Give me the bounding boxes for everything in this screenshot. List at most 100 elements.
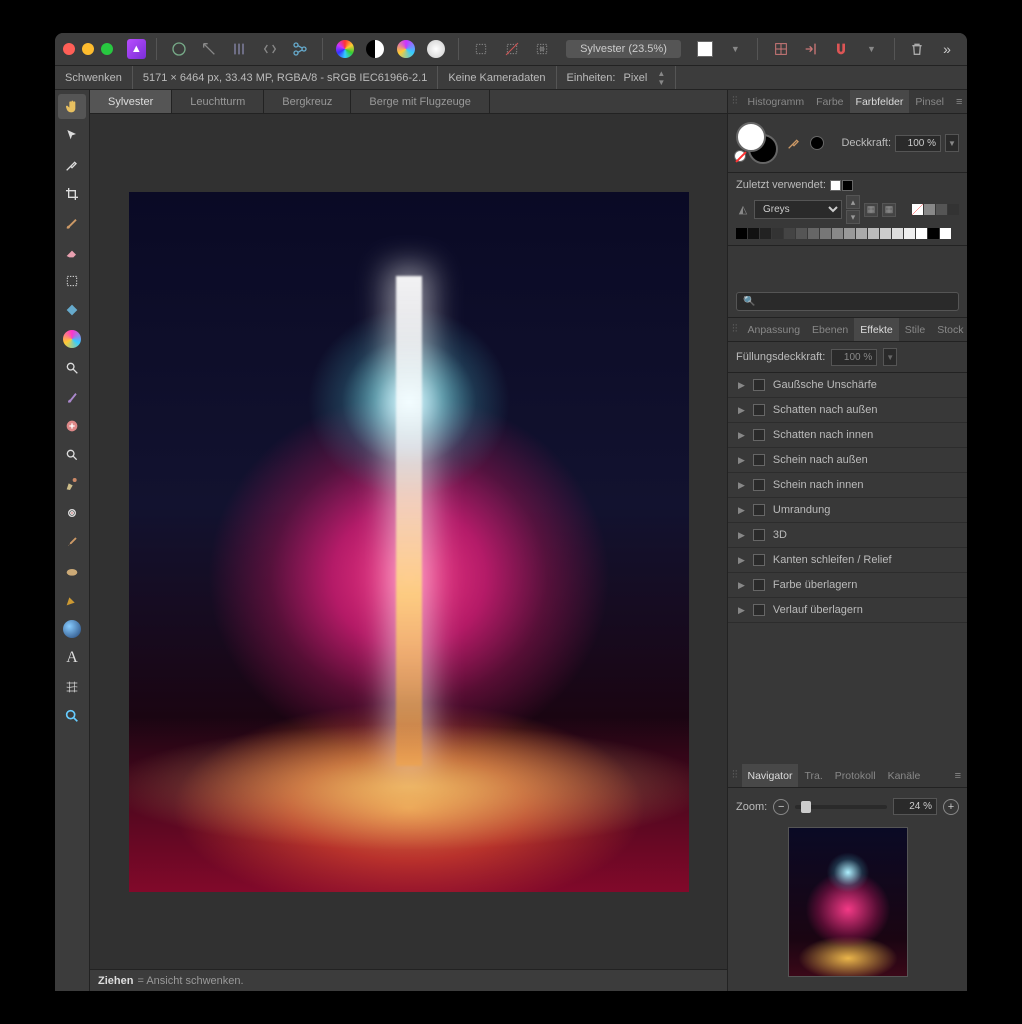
disclosure-icon[interactable]: ▶ [738, 605, 745, 616]
gradient-tool[interactable] [58, 326, 86, 351]
effect-item[interactable]: ▶Schein nach außen [728, 448, 967, 473]
fill-opacity-input[interactable] [831, 349, 877, 366]
persona-photo-icon[interactable] [167, 36, 191, 62]
effect-item[interactable]: ▶Farbe überlagern [728, 573, 967, 598]
effect-checkbox[interactable] [753, 454, 765, 466]
tab-color[interactable]: Farbe [810, 90, 849, 113]
swatch-grid[interactable] [736, 228, 959, 239]
effect-item[interactable]: ▶Schatten nach innen [728, 423, 967, 448]
mesh-tool[interactable] [58, 674, 86, 699]
swatch[interactable] [748, 228, 759, 239]
swatch[interactable] [772, 228, 783, 239]
shape-tool[interactable] [58, 616, 86, 641]
redeye-tool[interactable] [58, 500, 86, 525]
effect-checkbox[interactable] [753, 429, 765, 441]
hand-tool[interactable] [58, 94, 86, 119]
swatch[interactable] [916, 228, 927, 239]
zoom-in-button[interactable]: + [943, 799, 959, 815]
paintbrush-tool[interactable] [58, 210, 86, 235]
swatch[interactable] [760, 228, 771, 239]
swatch[interactable] [892, 228, 903, 239]
effect-item[interactable]: ▶Kanten schleifen / Relief [728, 548, 967, 573]
preset-swatch[interactable] [924, 204, 935, 215]
swatch-add-icon[interactable]: ▦ [882, 203, 896, 217]
doc-tab-1[interactable]: Leuchtturm [172, 90, 264, 113]
tab-effects[interactable]: Effekte [854, 318, 899, 341]
swatch[interactable] [904, 228, 915, 239]
recent-swatch[interactable] [842, 180, 853, 191]
flood-fill-tool[interactable] [58, 297, 86, 322]
overflow-icon[interactable]: » [935, 36, 959, 62]
preset-swatch[interactable] [948, 204, 959, 215]
palette-down-icon[interactable]: ▾ [846, 210, 860, 224]
preset-swatch[interactable] [912, 204, 923, 215]
fullscreen-button[interactable] [101, 43, 113, 55]
color-wheel-4-icon[interactable] [424, 36, 448, 62]
disclosure-icon[interactable]: ▶ [738, 480, 745, 491]
zoom-slider[interactable] [795, 805, 887, 809]
persona-develop-icon[interactable] [227, 36, 251, 62]
swatch[interactable] [784, 228, 795, 239]
fill-swatch-icon[interactable] [693, 36, 717, 62]
palette-select[interactable]: Greys [754, 200, 842, 219]
close-button[interactable] [63, 43, 75, 55]
doc-tab-3[interactable]: Berge mit Flugzeuge [351, 90, 490, 113]
crop-tool[interactable] [58, 181, 86, 206]
panel-menu-icon[interactable]: ≡ [949, 770, 967, 782]
zoom-tool[interactable] [58, 703, 86, 728]
inpaint-tool[interactable] [58, 471, 86, 496]
preset-swatch[interactable] [936, 204, 947, 215]
effect-checkbox[interactable] [753, 504, 765, 516]
effect-item[interactable]: ▶Schein nach innen [728, 473, 967, 498]
palette-up-icon[interactable]: ▴ [846, 195, 860, 209]
swatch-grid-icon[interactable]: ▦ [864, 203, 878, 217]
opacity-input[interactable] [895, 135, 941, 152]
fill-opacity-dropdown[interactable]: ▼ [883, 348, 897, 366]
swatch[interactable] [880, 228, 891, 239]
disclosure-icon[interactable]: ▶ [738, 580, 745, 591]
swatch[interactable] [736, 228, 747, 239]
swatch[interactable] [844, 228, 855, 239]
navigator-thumbnail[interactable] [788, 827, 908, 977]
fg-color-well[interactable] [736, 122, 766, 152]
disclosure-icon[interactable]: ▶ [738, 405, 745, 416]
persona-export-icon[interactable] [288, 36, 312, 62]
swatch[interactable] [832, 228, 843, 239]
magnet-icon[interactable] [829, 36, 853, 62]
panel-drag-handle[interactable]: ⫶⫶ [728, 95, 742, 108]
doc-tab-0[interactable]: Sylvester [90, 90, 172, 113]
effect-checkbox[interactable] [753, 404, 765, 416]
panel-menu-icon[interactable]: ≡ [950, 96, 967, 108]
text-tool[interactable]: A [58, 645, 86, 670]
disclosure-icon[interactable]: ▶ [738, 555, 745, 566]
zoom-input[interactable] [893, 798, 937, 815]
tab-brushes[interactable]: Pinsel [909, 90, 950, 113]
swatch[interactable] [856, 228, 867, 239]
swatch[interactable] [868, 228, 879, 239]
swatch-search-input[interactable] [736, 292, 959, 311]
panel-drag-handle[interactable]: ⫶⫶ [728, 323, 742, 336]
tab-styles[interactable]: Stile [899, 318, 931, 341]
swatch[interactable] [940, 228, 951, 239]
tab-adjustment[interactable]: Anpassung [742, 318, 807, 341]
blur-tool[interactable] [58, 442, 86, 467]
smudge-tool[interactable] [58, 529, 86, 554]
tab-layers[interactable]: Ebenen [806, 318, 854, 341]
effect-checkbox[interactable] [753, 379, 765, 391]
opacity-dropdown-icon[interactable]: ▼ [945, 134, 959, 152]
move-tool[interactable] [58, 123, 86, 148]
effect-checkbox[interactable] [753, 579, 765, 591]
tab-stock[interactable]: Stock [931, 318, 967, 341]
healing-tool[interactable] [58, 413, 86, 438]
swatch[interactable] [808, 228, 819, 239]
snap-icon[interactable] [799, 36, 823, 62]
tab-swatches[interactable]: Farbfelder [850, 90, 910, 113]
disclosure-icon[interactable]: ▶ [738, 530, 745, 541]
magnet-dropdown-icon[interactable]: ▼ [859, 36, 883, 62]
effect-checkbox[interactable] [753, 604, 765, 616]
swatch[interactable] [796, 228, 807, 239]
dodge-tool[interactable] [58, 355, 86, 380]
disclosure-icon[interactable]: ▶ [738, 505, 745, 516]
sponge-tool[interactable] [58, 558, 86, 583]
fill-dropdown-icon[interactable]: ▼ [723, 36, 747, 62]
